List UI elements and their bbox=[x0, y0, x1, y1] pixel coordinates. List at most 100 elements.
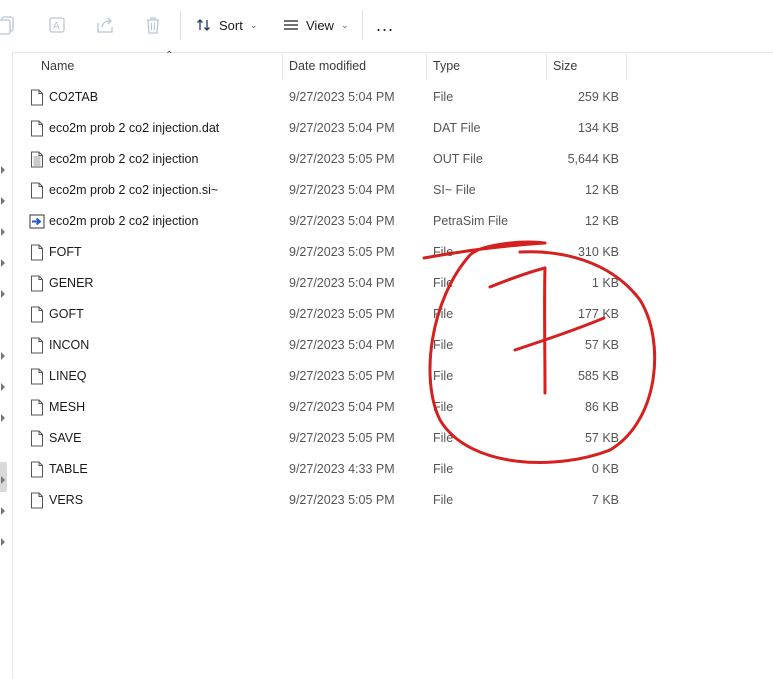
file-type: File bbox=[433, 400, 454, 414]
file-row[interactable]: VERS 9/27/2023 5:05 PM File 7 KB bbox=[13, 485, 773, 516]
expand-arrow-icon[interactable] bbox=[0, 165, 8, 175]
file-date: 9/27/2023 5:05 PM bbox=[289, 245, 395, 259]
file-date: 9/27/2023 5:04 PM bbox=[289, 90, 395, 104]
file-date: 9/27/2023 4:33 PM bbox=[289, 462, 395, 476]
file-type: File bbox=[433, 307, 454, 321]
expand-arrow-icon[interactable] bbox=[0, 506, 8, 516]
column-header-type[interactable]: Type bbox=[433, 52, 460, 80]
file-icon bbox=[31, 430, 43, 447]
file-type: OUT File bbox=[433, 152, 483, 166]
column-divider[interactable] bbox=[282, 54, 283, 80]
more-options-button[interactable]: ... bbox=[376, 14, 394, 36]
file-row[interactable]: SAVE 9/27/2023 5:05 PM File 57 KB bbox=[13, 423, 773, 454]
file-name: MESH bbox=[49, 400, 86, 414]
file-size: 12 KB bbox=[584, 183, 619, 197]
file-name: eco2m prob 2 co2 injection bbox=[49, 152, 199, 166]
file-size: 134 KB bbox=[577, 121, 619, 135]
column-divider[interactable] bbox=[626, 54, 627, 80]
view-button[interactable]: View ⌄ bbox=[283, 14, 349, 36]
chevron-down-icon: ⌄ bbox=[249, 19, 258, 30]
file-name: FOFT bbox=[49, 245, 82, 259]
view-label: View bbox=[306, 17, 334, 33]
view-list-icon bbox=[284, 20, 298, 30]
column-divider[interactable] bbox=[426, 54, 427, 80]
file-row[interactable]: MESH 9/27/2023 5:04 PM File 86 KB bbox=[13, 392, 773, 423]
file-size: 7 KB bbox=[591, 493, 619, 507]
file-list: CO2TAB 9/27/2023 5:04 PM File 259 KB eco… bbox=[13, 82, 773, 516]
file-row[interactable]: FOFT 9/27/2023 5:05 PM File 310 KB bbox=[13, 237, 773, 268]
file-icon bbox=[31, 182, 43, 199]
file-name: eco2m prob 2 co2 injection.si~ bbox=[49, 183, 219, 197]
file-icon bbox=[31, 306, 43, 323]
expand-arrow-icon[interactable] bbox=[0, 351, 8, 361]
toolbar-separator bbox=[362, 10, 363, 40]
sort-button[interactable]: Sort ⌄ bbox=[196, 14, 257, 36]
column-header-row: ⌃ Name Date modified Type Size bbox=[13, 50, 773, 80]
copy-icon[interactable] bbox=[0, 14, 18, 36]
file-icon bbox=[31, 275, 43, 292]
file-icon bbox=[31, 368, 43, 385]
file-date: 9/27/2023 5:05 PM bbox=[289, 431, 395, 445]
file-row[interactable]: eco2m prob 2 co2 injection.dat 9/27/2023… bbox=[13, 113, 773, 144]
expand-arrow-icon[interactable] bbox=[0, 289, 8, 299]
file-name: LINEQ bbox=[49, 369, 87, 383]
column-divider[interactable] bbox=[546, 54, 547, 80]
file-date: 9/27/2023 5:04 PM bbox=[289, 400, 395, 414]
expand-arrow-icon[interactable] bbox=[0, 196, 8, 206]
file-row[interactable]: LINEQ 9/27/2023 5:05 PM File 585 KB bbox=[13, 361, 773, 392]
file-icon bbox=[31, 399, 43, 416]
file-size: 86 KB bbox=[584, 400, 619, 414]
file-name: SAVE bbox=[49, 431, 82, 445]
file-row[interactable]: eco2m prob 2 co2 injection 9/27/2023 5:0… bbox=[13, 144, 773, 175]
file-type: File bbox=[433, 369, 454, 383]
petrasim-file-icon bbox=[29, 214, 45, 229]
toolbar-separator bbox=[180, 10, 181, 40]
expand-arrow-icon[interactable] bbox=[0, 475, 8, 485]
sort-ascending-icon: ⌃ bbox=[165, 50, 174, 61]
expand-arrow-icon[interactable] bbox=[0, 413, 8, 423]
file-date: 9/27/2023 5:04 PM bbox=[289, 121, 395, 135]
file-type: SI~ File bbox=[433, 183, 476, 197]
file-size: 1 KB bbox=[591, 276, 619, 290]
file-name: TABLE bbox=[49, 462, 88, 476]
file-date: 9/27/2023 5:04 PM bbox=[289, 183, 395, 197]
file-size: 585 KB bbox=[577, 369, 619, 383]
expand-arrow-icon[interactable] bbox=[0, 227, 8, 237]
share-icon[interactable] bbox=[94, 14, 116, 36]
command-bar: A Sort ⌄ View ⌄ ... bbox=[0, 0, 773, 53]
rename-icon[interactable]: A bbox=[46, 14, 68, 36]
sort-icon bbox=[197, 19, 210, 31]
file-row[interactable]: CO2TAB 9/27/2023 5:04 PM File 259 KB bbox=[13, 82, 773, 113]
file-size: 57 KB bbox=[584, 431, 619, 445]
file-icon bbox=[31, 492, 43, 509]
file-row[interactable]: eco2m prob 2 co2 injection.si~ 9/27/2023… bbox=[13, 175, 773, 206]
file-date: 9/27/2023 5:05 PM bbox=[289, 152, 395, 166]
file-row[interactable]: eco2m prob 2 co2 injection 9/27/2023 5:0… bbox=[13, 206, 773, 237]
expand-arrow-icon[interactable] bbox=[0, 258, 8, 268]
file-size: 57 KB bbox=[584, 338, 619, 352]
chevron-down-icon: ⌄ bbox=[340, 19, 349, 30]
file-row[interactable]: INCON 9/27/2023 5:04 PM File 57 KB bbox=[13, 330, 773, 361]
file-row[interactable]: GOFT 9/27/2023 5:05 PM File 177 KB bbox=[13, 299, 773, 330]
file-type: PetraSim File bbox=[433, 214, 509, 228]
file-row[interactable]: GENER 9/27/2023 5:04 PM File 1 KB bbox=[13, 268, 773, 299]
expand-arrow-icon[interactable] bbox=[0, 537, 8, 547]
column-header-name[interactable]: Name bbox=[41, 52, 74, 80]
file-icon bbox=[31, 120, 43, 137]
file-type: DAT File bbox=[433, 121, 481, 135]
file-date: 9/27/2023 5:04 PM bbox=[289, 338, 395, 352]
file-row[interactable]: TABLE 9/27/2023 4:33 PM File 0 KB bbox=[13, 454, 773, 485]
navigation-pane bbox=[0, 52, 12, 679]
expand-arrow-icon[interactable] bbox=[0, 382, 8, 392]
file-name: eco2m prob 2 co2 injection.dat bbox=[49, 121, 220, 135]
file-name: VERS bbox=[49, 493, 84, 507]
delete-icon[interactable] bbox=[142, 14, 164, 36]
column-header-date[interactable]: Date modified bbox=[289, 52, 366, 80]
file-type: File bbox=[433, 338, 454, 352]
file-date: 9/27/2023 5:05 PM bbox=[289, 493, 395, 507]
file-size: 177 KB bbox=[577, 307, 619, 321]
file-name: CO2TAB bbox=[49, 90, 99, 104]
column-header-size[interactable]: Size bbox=[553, 52, 577, 80]
file-type: File bbox=[433, 493, 454, 507]
file-type: File bbox=[433, 245, 454, 259]
